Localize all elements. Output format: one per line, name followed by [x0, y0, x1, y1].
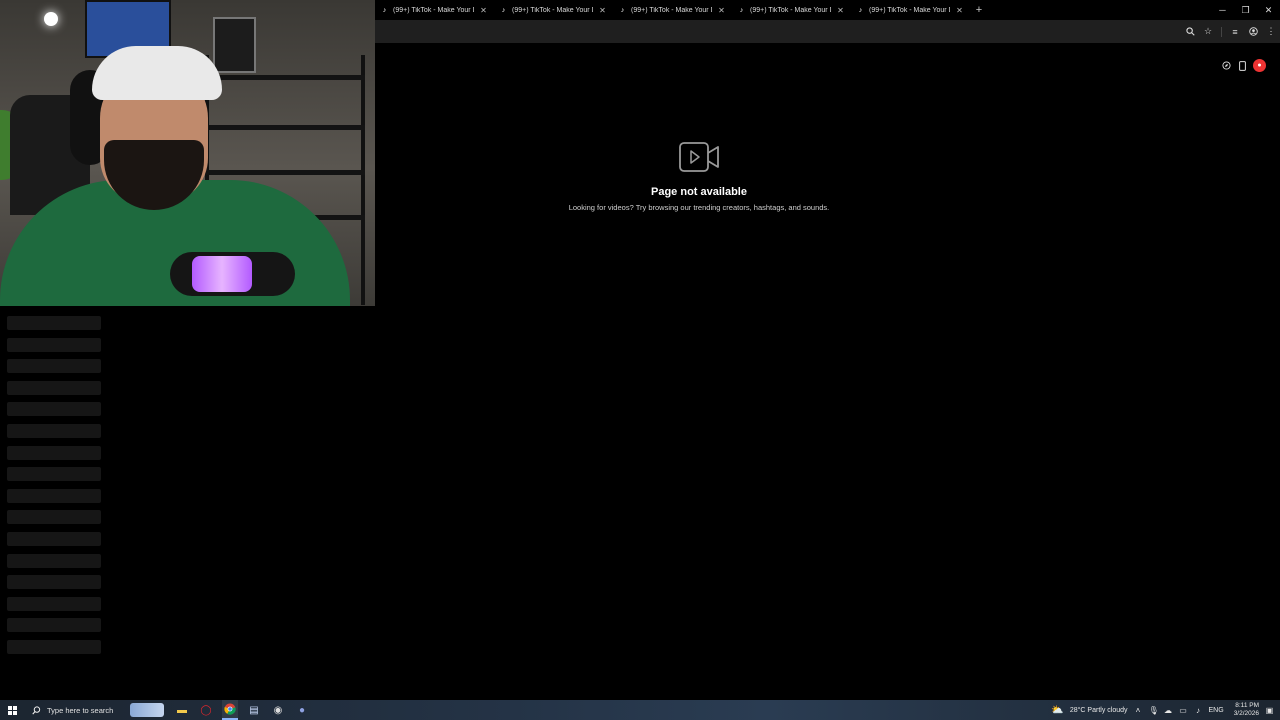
skeleton-item — [7, 531, 101, 546]
browser-tab[interactable]: ♪ (99+) TikTok - Make Your Day ✕ — [375, 0, 494, 20]
new-tab-button[interactable]: + — [972, 4, 986, 16]
page-header-icons: ● — [1221, 59, 1266, 72]
device-icon[interactable] — [1237, 60, 1247, 71]
clock[interactable]: 8:11 PM 3/2/2026 — [1234, 702, 1259, 718]
skeleton-item — [7, 380, 101, 395]
skeleton-item — [7, 423, 101, 438]
file-explorer-icon[interactable]: ▬ — [174, 700, 190, 720]
skeleton-item — [7, 553, 101, 568]
cloud-icon[interactable]: ☁ — [1164, 706, 1173, 715]
taskbar-apps: ▬ ◯ ▤ ◉ ● — [174, 700, 310, 720]
tiktok-page: ● Page not available Looking for videos?… — [375, 43, 1280, 700]
volume-icon[interactable]: ♪ — [1194, 706, 1203, 715]
clock-date: 3/2/2026 — [1233, 710, 1259, 717]
webcam-overlay — [0, 0, 375, 306]
webcam-shelf-bar — [205, 125, 365, 130]
tiktok-icon: ♪ — [382, 6, 387, 14]
webcam-lamp — [44, 12, 58, 26]
tab-title: (99+) TikTok - Make Your Day — [631, 6, 712, 14]
tiktok-icon: ♪ — [858, 6, 863, 14]
language-indicator[interactable]: ENG — [1209, 707, 1224, 714]
more-menu-icon[interactable]: ⋮ — [1266, 26, 1276, 37]
browser-tab[interactable]: ♪ (99+) TikTok - Make Your Day ✕ — [732, 0, 851, 20]
skeleton-item — [7, 359, 101, 374]
skeleton-item — [7, 467, 101, 482]
page-unavailable-message: Page not available Looking for videos? T… — [375, 141, 1023, 212]
skeleton-item — [7, 337, 101, 352]
browser-tab[interactable]: ♪ (99+) TikTok - Make Your Day ✕ — [851, 0, 970, 20]
close-tab-icon[interactable]: ✕ — [717, 6, 726, 15]
browser-tab[interactable]: ♪ (99+) TikTok - Make Your Day ✕ — [494, 0, 613, 20]
zoom-icon[interactable] — [1185, 27, 1195, 37]
restore-button[interactable]: ❐ — [1234, 5, 1257, 16]
browser-tab[interactable]: ♪ (99+) TikTok - Make Your Day ✕ — [613, 0, 732, 20]
windows-taskbar: Type here to search ▬ ◯ ▤ ◉ ● ⛅ 28°C Par… — [0, 700, 1280, 720]
browser-toolbar: ☆ ≡ ⋮ — [375, 20, 1280, 43]
clock-time: 8:11 PM — [1235, 702, 1259, 709]
page-title: Page not available — [651, 186, 747, 198]
webcam-shelf-bar — [205, 170, 365, 175]
microphone-icon[interactable]: 🎙 — [1149, 706, 1159, 715]
bookmark-star-icon[interactable]: ☆ — [1203, 26, 1213, 37]
tab-title: (99+) TikTok - Make Your Day — [512, 6, 593, 14]
weather-text[interactable]: 28°C Partly cloudy — [1070, 707, 1128, 714]
skeleton-item — [7, 596, 101, 611]
skeleton-item — [7, 618, 101, 633]
close-window-button[interactable]: ✕ — [1257, 5, 1280, 16]
tab-title: (99+) TikTok - Make Your Day — [393, 6, 474, 14]
toolbar-divider — [1221, 26, 1222, 37]
media-controls-icon[interactable]: ≡ — [1230, 27, 1240, 37]
minimize-button[interactable]: ─ — [1211, 5, 1234, 15]
webcam-shelf-bar — [205, 75, 365, 80]
close-tab-icon[interactable]: ✕ — [836, 6, 845, 15]
skeleton-item — [7, 639, 101, 654]
chevron-up-icon[interactable]: ˄ — [1134, 706, 1143, 715]
skeleton-item — [7, 316, 101, 330]
windows-logo-icon — [7, 705, 17, 715]
skeleton-item — [7, 488, 101, 503]
skeleton-item — [7, 575, 101, 590]
system-tray: ⛅ 28°C Partly cloudy ˄ 🎙 ☁ ▭ ♪ ENG 8:11 … — [1051, 700, 1280, 720]
tiktok-icon: ♪ — [739, 6, 744, 14]
close-tab-icon[interactable]: ✕ — [479, 6, 488, 15]
tab-title: (99+) TikTok - Make Your Day — [750, 6, 831, 14]
webcam-person-cap — [92, 46, 222, 100]
window-controls: ─ ❐ ✕ — [1211, 0, 1280, 20]
obs-icon[interactable]: ◉ — [270, 700, 286, 720]
browser-window: ♪ (99+) TikTok - Make Your Day ✕ ♪ (99+)… — [375, 0, 1280, 700]
video-unavailable-icon — [679, 142, 719, 172]
tiktok-icon: ♪ — [501, 6, 506, 14]
skeleton-item — [7, 510, 101, 525]
tab-bar: ♪ (99+) TikTok - Make Your Day ✕ ♪ (99+)… — [375, 0, 1280, 20]
page-subtitle: Looking for videos? Try browsing our tre… — [568, 203, 830, 212]
skeleton-item — [7, 445, 101, 460]
search-highlight-image — [130, 703, 164, 717]
webcam-microphone-glow — [192, 256, 252, 292]
discord-icon[interactable]: ● — [294, 700, 310, 720]
user-avatar[interactable]: ● — [1253, 59, 1266, 72]
profile-icon[interactable] — [1248, 27, 1258, 37]
skeleton-list — [7, 316, 101, 662]
document-app-icon[interactable]: ▤ — [246, 700, 262, 720]
tab-title: (99+) TikTok - Make Your Day — [869, 6, 950, 14]
tiktok-icon: ♪ — [620, 6, 625, 14]
close-tab-icon[interactable]: ✕ — [955, 6, 964, 15]
skeleton-item — [7, 402, 101, 417]
compass-icon[interactable] — [1221, 61, 1231, 71]
opera-icon[interactable]: ◯ — [198, 700, 214, 720]
network-icon[interactable]: ▭ — [1179, 706, 1188, 715]
close-tab-icon[interactable]: ✕ — [598, 6, 607, 15]
start-button[interactable] — [0, 700, 24, 720]
search-icon — [32, 705, 41, 714]
search-placeholder: Type here to search — [47, 705, 114, 715]
chrome-icon[interactable] — [222, 700, 238, 720]
notifications-icon[interactable]: ▣ — [1265, 706, 1274, 715]
weather-icon[interactable]: ⛅ — [1051, 705, 1063, 716]
